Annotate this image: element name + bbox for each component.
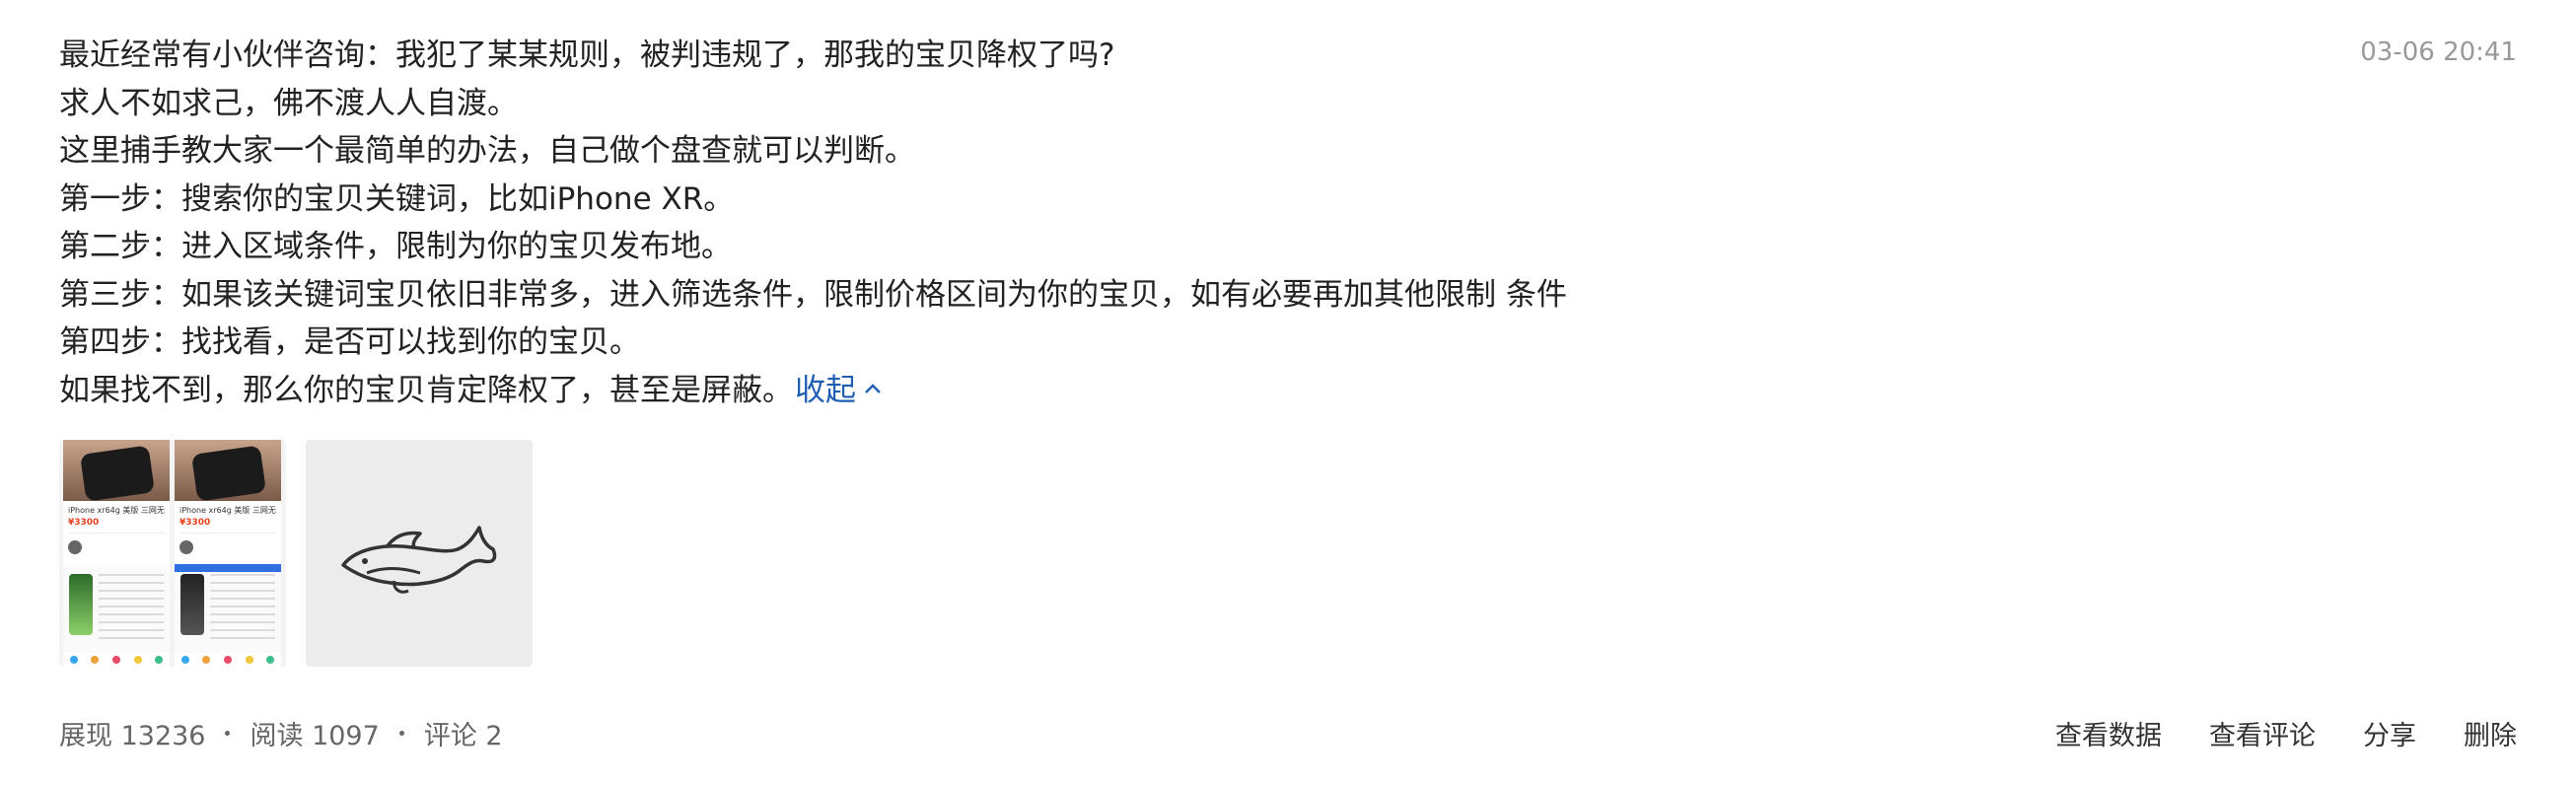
separator-dot xyxy=(398,731,404,736)
post-actions: 查看数据 查看评论 分享 删除 xyxy=(2055,714,2517,752)
post-line: 这里捕手教大家一个最简单的办法，自己做个盘查就可以判断。 xyxy=(59,133,915,169)
post-line: 第三步：如果该关键词宝贝依旧非常多，进入筛选条件，限制价格区间为你的宝贝，如有必… xyxy=(59,276,1567,313)
post-stats: 展现 13236 阅读 1097 评论 2 xyxy=(59,714,503,752)
avatar xyxy=(68,540,82,554)
whale-icon xyxy=(341,526,497,594)
product-title: iPhone xr64g 美版 三网无 xyxy=(68,506,165,515)
product-price: ¥3300 xyxy=(179,518,211,528)
view-data-button[interactable]: 查看数据 xyxy=(2055,714,2162,752)
post-line: 第一步：搜索你的宝贝关键词，比如iPhone XR。 xyxy=(59,180,735,217)
product-photo xyxy=(175,440,281,502)
post-body: 最近经常有小伙伴咨询：我犯了某某规则，被判违规了，那我的宝贝降权了吗? 求人不如… xyxy=(59,32,2517,414)
spec-sheet xyxy=(175,564,281,667)
share-button[interactable]: 分享 xyxy=(2363,714,2416,752)
post-text: 最近经常有小伙伴咨询：我犯了某某规则，被判违规了，那我的宝贝降权了吗? 求人不如… xyxy=(59,32,2517,414)
post-last-line: 如果找不到，那么你的宝贝肯定降权了，甚至是屏蔽。收起 xyxy=(59,367,2517,415)
image-thumbnail-screenshot[interactable]: iPhone xr64g 美版 三网无 ¥3300 iPhone xr64g 美… xyxy=(59,440,286,667)
product-title: iPhone xr64g 美版 三网无 xyxy=(179,506,276,515)
product-price: ¥3300 xyxy=(68,518,100,528)
post-line: 最近经常有小伙伴咨询：我犯了某某规则，被判违规了，那我的宝贝降权了吗? xyxy=(59,37,1115,73)
avatar xyxy=(179,540,193,554)
delete-button[interactable]: 删除 xyxy=(2464,714,2517,752)
reads-count: 阅读 1097 xyxy=(250,721,380,751)
image-thumbnail-placeholder[interactable] xyxy=(306,440,533,667)
collapse-label: 收起 xyxy=(795,372,856,408)
view-comments-button[interactable]: 查看评论 xyxy=(2209,714,2316,752)
spec-sheet xyxy=(63,564,170,667)
impressions-count: 展现 13236 xyxy=(59,721,206,751)
post-line-text: 如果找不到，那么你的宝贝肯定降权了，甚至是屏蔽。 xyxy=(59,372,793,408)
post-timestamp: 03-06 20:41 xyxy=(2360,37,2517,67)
post-footer: 展现 13236 阅读 1097 评论 2 查看数据 查看评论 分享 删除 xyxy=(59,714,2517,753)
chevron-up-icon xyxy=(865,384,881,393)
screenshot-panel-right: iPhone xr64g 美版 三网无 ¥3300 xyxy=(175,440,281,667)
comments-count: 评论 2 xyxy=(423,721,503,751)
post-line: 第二步：进入区域条件，限制为你的宝贝发布地。 xyxy=(59,229,732,264)
separator-dot xyxy=(225,731,231,736)
post-line: 第四步：找找看，是否可以找到你的宝贝。 xyxy=(59,324,640,360)
collapse-link[interactable]: 收起 xyxy=(795,373,882,408)
post-line: 求人不如求己，佛不渡人人自渡。 xyxy=(59,85,518,121)
screenshot-panel-left: iPhone xr64g 美版 三网无 ¥3300 xyxy=(63,440,170,667)
image-list: iPhone xr64g 美版 三网无 ¥3300 iPhone xr64g 美… xyxy=(59,440,533,667)
product-photo xyxy=(63,440,170,502)
